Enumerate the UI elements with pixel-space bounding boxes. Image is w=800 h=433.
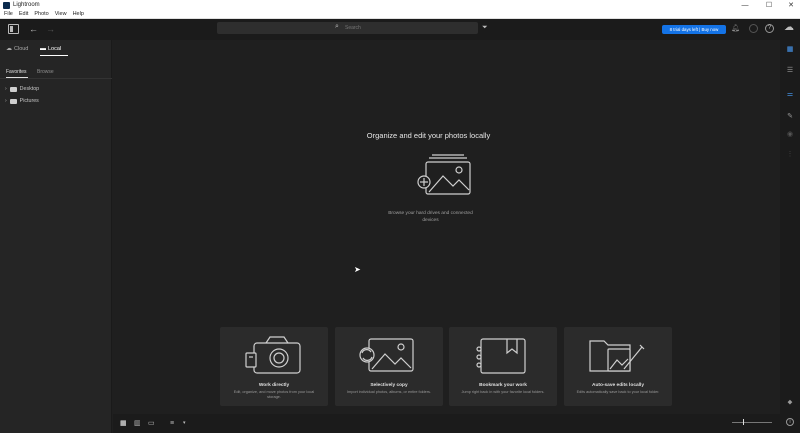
grid-view-icon[interactable]: ▦ xyxy=(120,419,127,428)
folder-icon xyxy=(9,98,17,104)
chevron-right-icon[interactable]: › xyxy=(5,98,7,104)
card-description: Edits automatically save back to your lo… xyxy=(576,390,660,394)
thumbnail-size-slider[interactable] xyxy=(732,422,772,423)
page-subtext: Browse your hard drives and connected de… xyxy=(388,211,473,223)
bottom-toolbar: ▦ ▥ ▭ ≡ ▾ xyxy=(113,414,780,433)
tag-icon[interactable]: ⬥ xyxy=(785,398,795,408)
cloud-small-icon: ☁ xyxy=(6,46,12,52)
chevron-right-icon[interactable]: › xyxy=(5,86,7,92)
info-icon[interactable]: i xyxy=(786,418,794,426)
forward-arrow-icon[interactable]: → xyxy=(46,24,55,34)
close-button[interactable]: ✕ xyxy=(780,0,800,10)
folder-edit-icon xyxy=(589,340,645,372)
maximize-button[interactable]: ☐ xyxy=(758,0,780,10)
photo-stack-add-icon xyxy=(417,154,471,195)
sort-icon[interactable]: ≡ xyxy=(170,419,174,428)
minimize-button[interactable]: — xyxy=(734,0,756,10)
browse-tab[interactable]: Browse xyxy=(37,69,54,75)
cloud-tab[interactable]: ☁ Cloud xyxy=(6,44,28,53)
sidebar-divider xyxy=(0,78,112,79)
sync-status-icon[interactable] xyxy=(749,24,758,33)
sidebar-toggle-icon[interactable] xyxy=(8,24,19,34)
cloud-tab-label: Cloud xyxy=(14,45,29,52)
folder-small-icon: ▬ xyxy=(40,45,46,52)
menu-bar: File Edit Photo View Help xyxy=(0,10,800,19)
card-title: Selectively copy xyxy=(370,383,408,388)
camera-icon xyxy=(245,336,301,374)
tree-item-label: Pictures xyxy=(19,98,39,104)
tree-item-pictures[interactable]: › Pictures xyxy=(5,98,39,104)
lightroom-app-icon xyxy=(3,1,10,9)
main-content: Organize and edit your photos locally Br… xyxy=(113,40,780,414)
menu-photo[interactable]: Photo xyxy=(34,11,48,17)
card-title: Work directly xyxy=(258,383,290,388)
card-work-directly: Work directly Edit, organize, and move p… xyxy=(220,327,328,406)
active-tab-indicator xyxy=(40,55,68,56)
menu-help[interactable]: Help xyxy=(73,11,84,17)
menu-edit[interactable]: Edit xyxy=(19,11,28,17)
filter-icon[interactable]: ⏷ xyxy=(482,23,488,33)
menu-view[interactable]: View xyxy=(55,11,67,17)
edit-sliders-icon[interactable]: ⚌ xyxy=(785,90,795,100)
info-panel-icon[interactable]: ☰ xyxy=(785,66,795,76)
bell-icon[interactable]: 🔔︎ xyxy=(731,24,740,34)
card-bookmark-your-work: Bookmark your work Jump right back in wi… xyxy=(449,327,557,406)
card-description: Edit, organize, and move photos from you… xyxy=(233,390,315,399)
cloud-icon[interactable]: ☁ xyxy=(784,23,794,33)
card-selectively-copy: Selectively copy Import individual photo… xyxy=(335,327,443,406)
title-bar: Lightroom — ☐ ✕ xyxy=(0,0,800,10)
masking-icon[interactable]: ◉ xyxy=(785,130,795,140)
tree-item-desktop[interactable]: › Desktop xyxy=(5,86,39,92)
local-tab[interactable]: ▬ Local xyxy=(40,44,68,56)
detail-view-icon[interactable]: ▭ xyxy=(148,419,155,428)
favorites-tab-label: Favorites xyxy=(6,69,27,75)
square-grid-view-icon[interactable]: ▥ xyxy=(134,419,141,428)
card-description: Import individual photos, albums, or ent… xyxy=(347,390,431,394)
page-title: Organize and edit your photos locally xyxy=(366,131,491,140)
tree-item-label: Desktop xyxy=(19,86,40,92)
chevron-down-icon[interactable]: ▾ xyxy=(183,419,186,428)
card-auto-save-edits: Auto-save edits locally Edits automatica… xyxy=(564,327,672,406)
right-panel-rail: ▦ ☰ ⚌ ✎ ◉ ⋮ ⬥ i xyxy=(780,40,800,433)
card-title: Bookmark your work xyxy=(479,383,527,388)
menu-file[interactable]: File xyxy=(4,11,13,17)
image-sync-icon xyxy=(359,338,414,372)
folder-icon xyxy=(9,86,17,92)
card-description: Jump right back in with your favorite lo… xyxy=(461,390,545,394)
window-title: Lightroom xyxy=(13,2,40,8)
favorites-tab[interactable]: Favorites xyxy=(6,69,28,78)
more-tools-icon[interactable]: ⋮ xyxy=(785,150,795,160)
sidebar: ☁ Cloud ▬ Local Favorites Browse › Deskt… xyxy=(0,40,112,433)
search-icon: ⌕ xyxy=(335,23,339,30)
card-title: Auto-save edits locally xyxy=(592,383,644,388)
mouse-cursor-icon: ➤ xyxy=(354,265,361,274)
healing-brush-icon[interactable]: ✎ xyxy=(785,112,795,122)
slider-handle[interactable] xyxy=(743,419,744,425)
local-tab-label: Local xyxy=(48,45,62,52)
trial-buy-button[interactable]: 8 trial days left | Buy now xyxy=(662,25,726,34)
my-photos-icon[interactable]: ▦ xyxy=(785,45,795,55)
back-arrow-icon[interactable]: ← xyxy=(29,24,38,34)
search-input[interactable] xyxy=(345,23,465,33)
bookmark-book-icon xyxy=(476,338,526,374)
search-bar[interactable]: ⌕ xyxy=(217,22,478,34)
help-icon[interactable]: ? xyxy=(765,24,774,33)
